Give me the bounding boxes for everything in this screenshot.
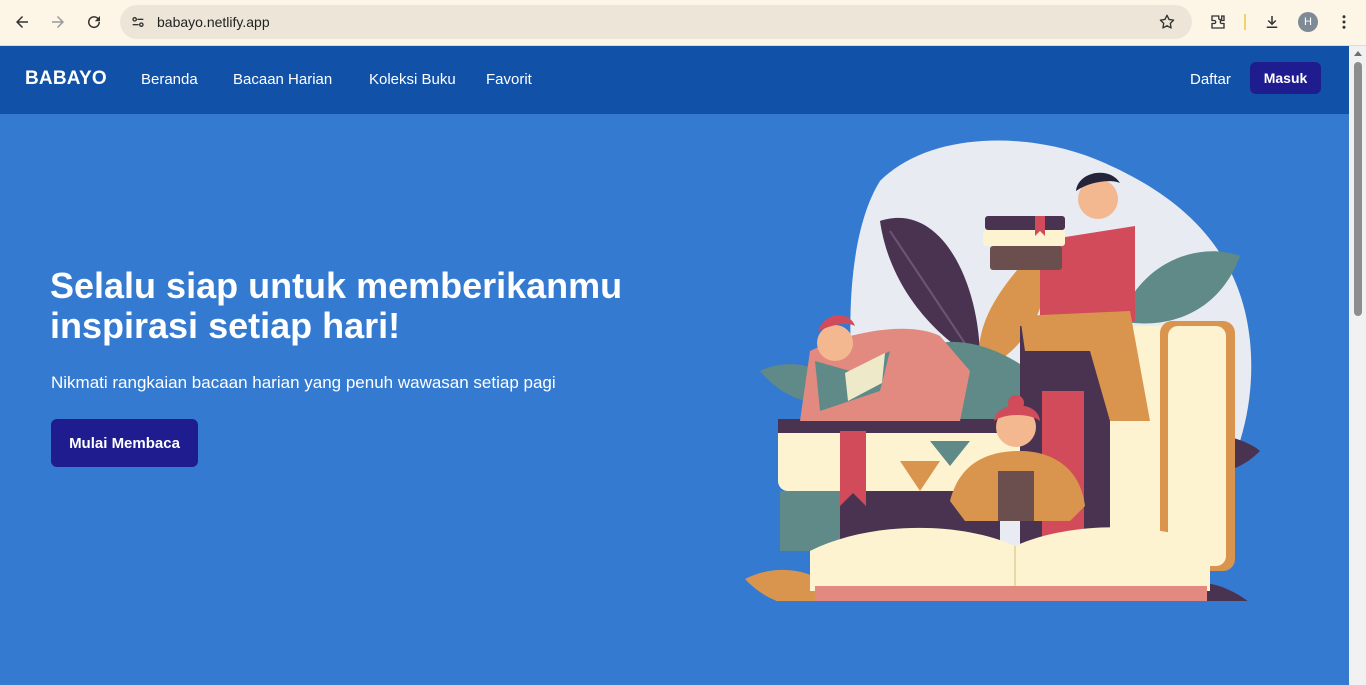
register-link[interactable]: Daftar bbox=[1190, 71, 1231, 88]
hero-illustration bbox=[745, 140, 1260, 601]
forward-icon[interactable] bbox=[44, 8, 72, 36]
scrollbar-thumb[interactable] bbox=[1354, 62, 1362, 316]
menu-kebab-icon[interactable] bbox=[1330, 8, 1358, 36]
site-navbar: BABAYO Beranda Bacaan Harian Koleksi Buk… bbox=[0, 46, 1349, 114]
brand-logo[interactable]: BABAYO bbox=[25, 68, 107, 90]
scroll-up-arrow-icon[interactable] bbox=[1354, 51, 1362, 56]
download-icon[interactable] bbox=[1258, 8, 1286, 36]
address-bar[interactable]: babayo.netlify.app bbox=[120, 5, 1192, 39]
start-reading-button[interactable]: Mulai Membaca bbox=[51, 419, 198, 467]
login-button[interactable]: Masuk bbox=[1250, 62, 1321, 94]
site-info-icon[interactable] bbox=[128, 12, 148, 32]
bookmark-star-icon[interactable] bbox=[1156, 11, 1178, 33]
page-scrollbar[interactable] bbox=[1349, 46, 1366, 685]
web-page: BABAYO Beranda Bacaan Harian Koleksi Buk… bbox=[0, 46, 1349, 685]
toolbar-divider bbox=[1244, 14, 1246, 30]
nav-link-favorit[interactable]: Favorit bbox=[486, 71, 532, 88]
reload-icon[interactable] bbox=[80, 8, 108, 36]
nav-link-bacaan-harian[interactable]: Bacaan Harian bbox=[233, 71, 332, 88]
hero-subtitle: Nikmati rangkaian bacaan harian yang pen… bbox=[51, 373, 556, 392]
url-text[interactable]: babayo.netlify.app bbox=[157, 14, 270, 30]
nav-link-koleksi-buku[interactable]: Koleksi Buku bbox=[369, 71, 456, 88]
hero-title: Selalu siap untuk memberikanmu inspirasi… bbox=[50, 265, 623, 346]
back-icon[interactable] bbox=[8, 8, 36, 36]
nav-link-beranda[interactable]: Beranda bbox=[141, 71, 198, 88]
extensions-icon[interactable] bbox=[1204, 8, 1232, 36]
profile-avatar[interactable]: H bbox=[1298, 12, 1318, 32]
browser-toolbar: babayo.netlify.app H bbox=[0, 0, 1366, 46]
